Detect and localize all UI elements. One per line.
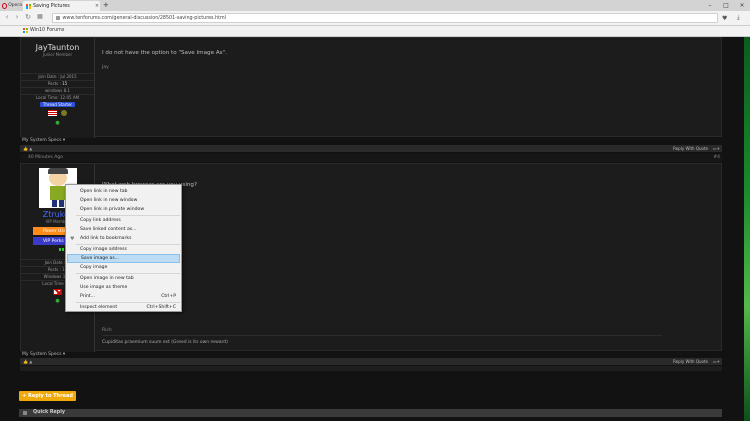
reply-to-thread-button[interactable]: + Reply to Thread (19, 391, 76, 401)
bookmark-label: Win10 Forums (30, 28, 65, 33)
signature-quote: Cupiditas praemium suum est (Greed is it… (102, 340, 228, 345)
multiquote-icon[interactable]: ▭+ (713, 146, 720, 151)
post-footer: 👍 ▲ Reply With Quote ▭+ (20, 145, 722, 152)
opera-menu-button[interactable]: Opera (0, 0, 22, 11)
user-info-pane: JayTaunton Junior Member Join Date : Jul… (21, 38, 95, 138)
bookmark-win10-forums[interactable]: Win10 Forums (23, 28, 64, 33)
menu-item-add-bookmark[interactable]: ♥ Add link to bookmarks (67, 234, 180, 243)
reload-icon[interactable]: ↻ (24, 13, 32, 21)
close-window-button[interactable]: × (734, 0, 750, 11)
menu-item-open-image-new-tab[interactable]: Open image in new tab (67, 274, 180, 283)
menu-item-print[interactable]: Print... Ctrl+P (67, 292, 180, 301)
menu-item-inspect-element[interactable]: Inspect element Ctrl+Shift+C (67, 303, 180, 312)
reply-with-quote-button[interactable]: Reply With Quote (673, 359, 708, 364)
minimize-button[interactable]: – (702, 0, 718, 11)
post-signature: Rich (102, 328, 112, 333)
quick-reply-label: Quick Reply (33, 410, 65, 415)
post-number[interactable]: #4 (713, 155, 720, 160)
join-date: Join Date : Jul 2015 (21, 73, 94, 80)
tab-close-button[interactable]: × (94, 3, 100, 9)
post-signature: Jay (102, 65, 109, 70)
menu-item-use-as-theme[interactable]: Use image as theme (67, 283, 180, 292)
forward-icon[interactable]: › (13, 13, 21, 21)
menu-item-copy-image[interactable]: Copy image (67, 263, 180, 272)
maximize-button[interactable]: □ (718, 0, 734, 11)
heart-icon: ♥ (70, 235, 75, 242)
post-message: I do not have the option to "Save Image … (102, 50, 227, 56)
local-time: Local Time: 12:05 AM (21, 94, 94, 101)
like-warn-icons[interactable]: 👍 ▲ (23, 359, 32, 364)
heart-icon[interactable]: ♥ (722, 15, 727, 22)
windows-favicon-icon (26, 3, 31, 9)
home-icon[interactable]: ▦ (36, 13, 44, 20)
post-time: 40 Minutes Ago (28, 155, 63, 160)
opera-menu-label: Opera (8, 3, 22, 8)
post-count: Posts : 15 (21, 80, 94, 87)
quick-reply-bar[interactable]: Quick Reply (19, 409, 722, 417)
lock-icon (56, 16, 60, 20)
signature-divider (102, 335, 662, 336)
tab-title: Saving Pictures (33, 3, 70, 9)
rep-icon (61, 110, 68, 116)
os-label: windows 8.1 (21, 87, 94, 94)
new-tab-button[interactable]: + (103, 1, 109, 9)
window-controls: – □ × (702, 0, 750, 11)
post-date-bar: 40 Minutes Ago #4 (20, 154, 722, 162)
username[interactable]: JayTaunton (21, 43, 94, 52)
system-specs-link[interactable]: My System Specs ▾ (22, 352, 65, 357)
post-footer: 👍 ▲ Reply With Quote ▭+ (20, 358, 722, 365)
like-warn-icons[interactable]: 👍 ▲ (23, 146, 32, 151)
address-bar-row: ‹ › ↻ ▦ www.tenforums.com/general-discus… (0, 11, 750, 26)
post-bottom-strip (20, 366, 722, 371)
multiquote-icon[interactable]: ▭+ (713, 359, 720, 364)
back-icon[interactable]: ‹ (3, 13, 11, 21)
quick-reply-icon (23, 411, 27, 415)
tab-strip: Opera Saving Pictures × + – □ × (0, 0, 750, 11)
url-field[interactable]: www.tenforums.com/general-discussion/285… (52, 13, 718, 23)
menu-item-save-linked[interactable]: Save linked content as... (67, 225, 180, 234)
online-dot-icon: ● (55, 120, 60, 126)
flags-row (21, 110, 94, 118)
menu-item-open-private-window[interactable]: Open link in private window (67, 205, 180, 214)
us-flag-icon (47, 110, 57, 116)
post-jaytaunton: JayTaunton Junior Member Join Date : Jul… (20, 37, 722, 138)
bookmarks-bar: Win10 Forums (0, 26, 750, 37)
download-icon[interactable]: ⤓ (737, 14, 740, 22)
menu-item-copy-image-address[interactable]: Copy image address (67, 245, 180, 254)
url-text: www.tenforums.com/general-discussion/285… (62, 15, 226, 21)
opera-logo-icon (2, 2, 8, 9)
menu-item-open-new-window[interactable]: Open link in new window (67, 196, 180, 205)
menu-item-copy-link[interactable]: Copy link address (67, 216, 180, 225)
tab-saving-pictures[interactable]: Saving Pictures × (23, 1, 100, 11)
thread-starter-badge: Thread Starter (39, 102, 76, 107)
menu-item-open-new-tab[interactable]: Open link in new tab (67, 187, 180, 196)
desktop-edge (744, 37, 750, 421)
reply-with-quote-button[interactable]: Reply With Quote (673, 146, 708, 151)
menu-item-save-image-as[interactable]: Save image as... (67, 254, 180, 263)
windows-bookmark-icon (23, 28, 28, 33)
context-menu: Open link in new tab Open link in new wi… (65, 184, 182, 312)
system-specs-link[interactable]: My System Specs ▾ (22, 138, 65, 143)
